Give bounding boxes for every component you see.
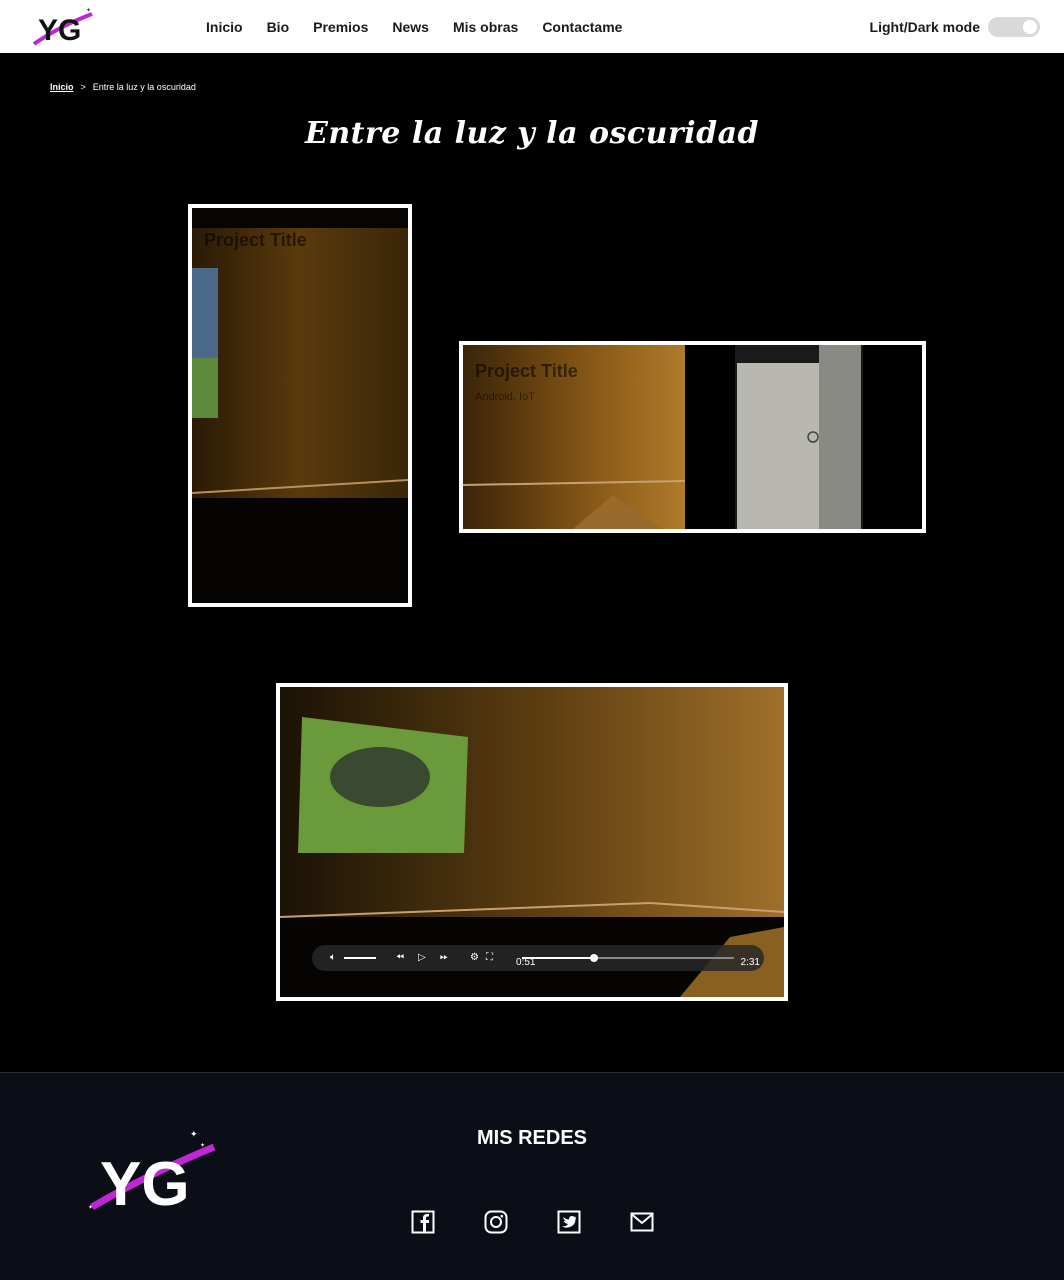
artwork-card-2[interactable]: Project Title Android, IoT <box>459 341 926 533</box>
logo[interactable]: YG ✦ <box>30 4 96 48</box>
card-2-subtitle: Android, IoT <box>475 391 535 403</box>
svg-text:YG: YG <box>100 1150 190 1213</box>
card-1-title: Project Title <box>204 230 307 250</box>
artwork-card-1[interactable]: Project Title <box>188 204 412 607</box>
nav-bio[interactable]: Bio <box>267 19 290 35</box>
footer-title: MIS REDES <box>476 1127 588 1149</box>
mode-toggle[interactable] <box>988 16 1040 37</box>
facebook-icon[interactable] <box>411 1210 435 1234</box>
mail-icon[interactable] <box>630 1210 654 1234</box>
settings-icon[interactable]: ⚙︎ <box>470 951 479 965</box>
breadcrumb-home[interactable]: Inicio <box>50 82 74 92</box>
artwork-photo-1 <box>192 208 408 603</box>
volume-icon[interactable]: 🔈︎ <box>330 951 336 965</box>
card-2-title: Project Title <box>475 361 578 381</box>
main-nav: Inicio Bio Premios News Mis obras Contac… <box>206 0 646 53</box>
nav-mis-obras[interactable]: Mis obras <box>453 19 518 35</box>
svg-text:✦: ✦ <box>86 7 91 14</box>
play-icon[interactable]: ▷ <box>418 951 426 965</box>
nav-news[interactable]: News <box>392 19 429 35</box>
video-controls: 🔈︎ ⏪︎ ▷ ⏩︎ ⚙︎ ⛶ 0:51 2:31 <box>312 945 764 971</box>
page-title: Entre la luz y la oscuridad <box>304 116 760 151</box>
svg-text:YG: YG <box>38 14 81 47</box>
breadcrumb-separator: > <box>80 82 86 92</box>
mode-label: Light/Dark mode <box>869 18 980 35</box>
video-duration: 2:31 <box>740 957 760 968</box>
toggle-knob <box>1023 19 1037 34</box>
nav-contactame[interactable]: Contactame <box>542 19 622 35</box>
breadcrumb: Inicio > Entre la luz y la oscuridad <box>50 82 196 92</box>
site-footer: YG ✦ ✦ ✦ MIS REDES <box>0 1072 1064 1280</box>
twitter-icon[interactable] <box>557 1210 581 1234</box>
mode-switcher: Light/Dark mode <box>870 0 1040 53</box>
breadcrumb-current: Entre la luz y la oscuridad <box>92 82 196 92</box>
video-progress-handle[interactable] <box>590 954 599 962</box>
nav-premios[interactable]: Premios <box>313 19 368 35</box>
instagram-icon[interactable] <box>484 1210 508 1234</box>
artwork-video[interactable]: 🔈︎ ⏪︎ ▷ ⏩︎ ⚙︎ ⛶ 0:51 2:31 <box>276 683 788 1001</box>
nav-inicio[interactable]: Inicio <box>206 19 243 35</box>
site-header: YG ✦ Inicio Bio Premios News Mis obras C… <box>0 0 1064 53</box>
svg-text:✦: ✦ <box>88 1204 93 1211</box>
volume-slider[interactable] <box>344 957 376 959</box>
rewind-icon[interactable]: ⏪︎ <box>396 951 404 965</box>
video-progress-fill <box>522 957 595 959</box>
fast-forward-icon[interactable]: ⏩︎ <box>440 951 448 965</box>
fullscreen-icon[interactable]: ⛶ <box>486 951 493 965</box>
